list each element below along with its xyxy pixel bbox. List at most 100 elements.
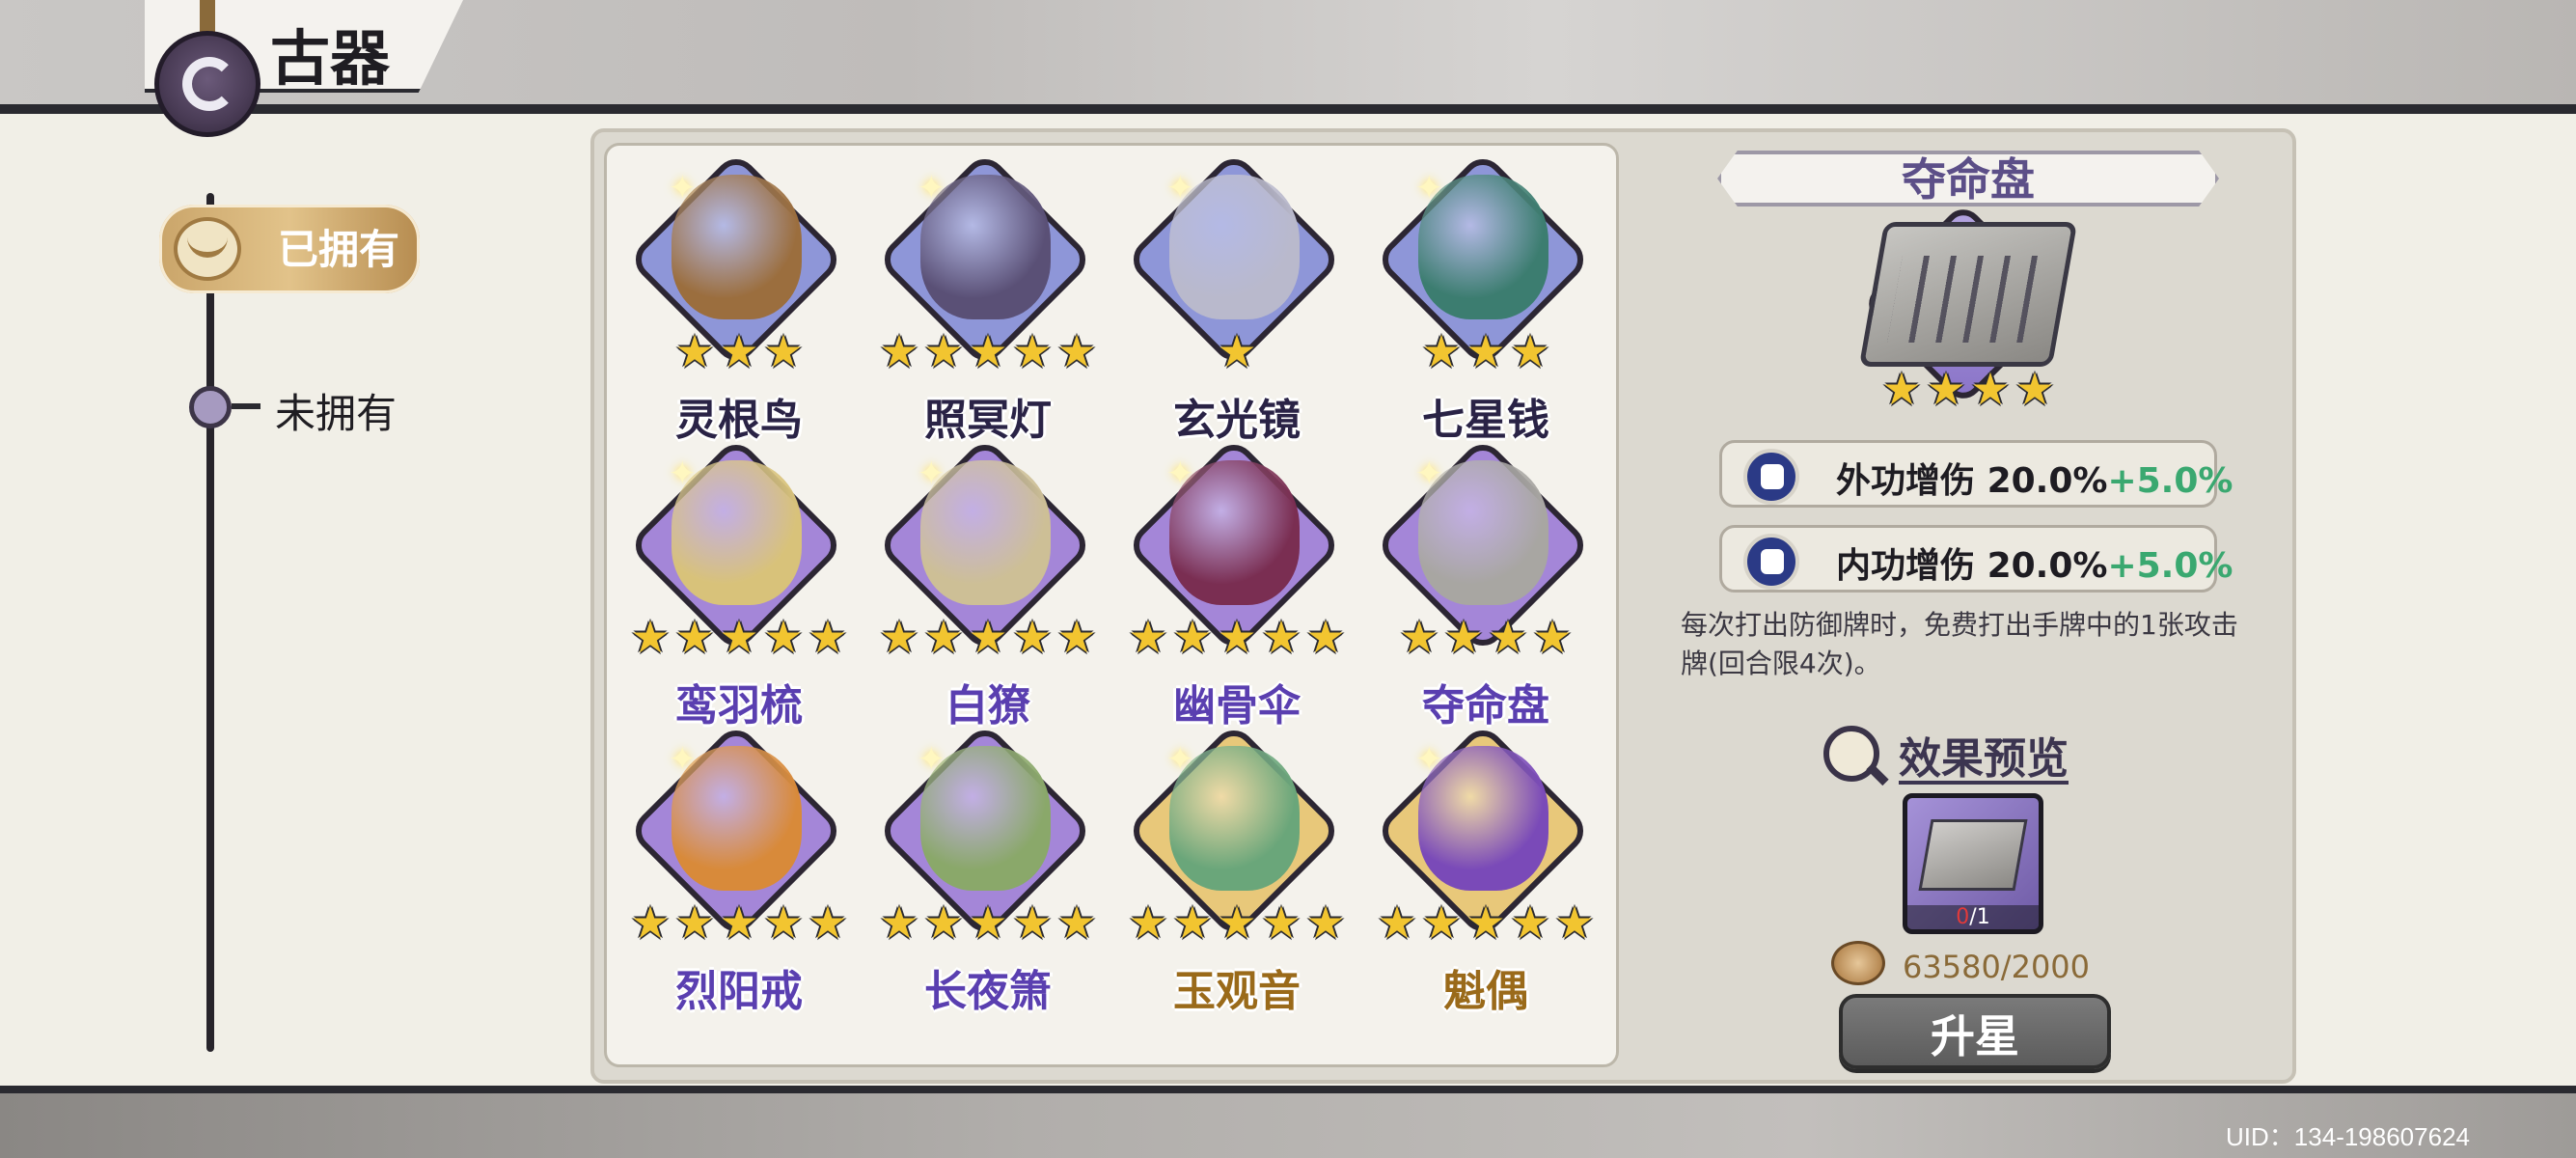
- relic-stars: ★ ★ ★ ★ ★: [618, 615, 860, 667]
- relic-item[interactable]: ✦ ★ ★ ★ 七星钱: [1365, 150, 1606, 445]
- star-icon: ★: [1554, 896, 1595, 949]
- relic-item[interactable]: ✦ ★ ★ ★ 灵根鸟: [618, 150, 860, 445]
- sparkle-icon: ✦: [1166, 740, 1194, 779]
- relic-item[interactable]: ✦ ★ 玄光镜: [1116, 150, 1357, 445]
- star-icon: ★: [1466, 896, 1506, 949]
- star-icon: ★: [808, 611, 848, 663]
- relic-stars: ★ ★ ★ ★: [1365, 615, 1606, 667]
- abacus-icon: [1858, 222, 2078, 367]
- sparkle-icon: ✦: [1166, 169, 1194, 207]
- relic-item[interactable]: ✦ ★ ★ ★ ★ 夺命盘: [1365, 435, 1606, 731]
- preview-count: 0/1: [1907, 905, 2039, 929]
- star-icon: ★: [763, 325, 804, 377]
- star-icon: ★: [1488, 611, 1528, 663]
- relic-name: 白獠: [945, 681, 1030, 731]
- star-icon: ★: [719, 325, 759, 377]
- stat-text: 内功增伤 20.0%+5.0%: [1836, 546, 2233, 586]
- relic-stars: ★ ★ ★: [1365, 329, 1606, 381]
- star-icon: ★: [923, 611, 964, 663]
- preview-card[interactable]: 0/1: [1903, 793, 2043, 934]
- sparkle-icon: ✦: [918, 740, 945, 779]
- star-icon: ★: [674, 896, 715, 949]
- star-icon: ★: [1217, 325, 1257, 377]
- relic-name: 玉观音: [1173, 967, 1301, 1016]
- magnifier-icon[interactable]: [1823, 726, 1879, 782]
- upgrade-star-label[interactable]: 升星: [1839, 1002, 2111, 1065]
- relic-name: 长夜箫: [924, 967, 1052, 1016]
- coin-icon: [1831, 941, 1885, 985]
- relic-item[interactable]: ✦ ★ ★ ★ ★ ★ 魁偶: [1365, 721, 1606, 1016]
- star-icon: ★: [719, 611, 759, 663]
- relic-item[interactable]: ✦ ★ ★ ★ ★ ★ 烈阳戒: [618, 721, 860, 1016]
- relic-name: 玄光镜: [1173, 396, 1301, 445]
- relic-item[interactable]: ✦ ★ ★ ★ ★ ★ 白獠: [867, 435, 1109, 731]
- star-icon: ★: [879, 325, 919, 377]
- relic-item[interactable]: ✦ ★ ★ ★ ★ ★ 长夜箫: [867, 721, 1109, 1016]
- star-icon: ★: [674, 611, 715, 663]
- star-icon: ★: [1261, 896, 1302, 949]
- detail-title: 夺命盘: [1902, 153, 2035, 206]
- relic-name: 鸾羽梳: [675, 681, 803, 731]
- star-icon: ★: [674, 325, 715, 377]
- effect-description: 每次打出防御牌时，免费打出手牌中的1张攻击牌(回合限4次)。: [1681, 609, 2238, 679]
- relic-item[interactable]: ✦ ★ ★ ★ ★ ★ 鸾羽梳: [618, 435, 860, 731]
- star-icon: ★: [630, 896, 671, 949]
- relic-name: 灵根鸟: [675, 396, 803, 445]
- relic-stars: ★ ★ ★ ★ ★: [867, 329, 1109, 381]
- star-icon: ★: [808, 896, 848, 949]
- palm-icon: [1743, 534, 1799, 590]
- star-icon: ★: [1443, 611, 1484, 663]
- filter-unowned-dot[interactable]: [189, 386, 232, 428]
- timeline-tick: [232, 403, 260, 409]
- star-icon: ★: [1012, 325, 1053, 377]
- star-icon: ★: [2014, 363, 2055, 415]
- relic-name: 幽骨伞: [1173, 681, 1301, 731]
- relic-emblem-icon[interactable]: [154, 31, 260, 137]
- star-icon: ★: [1172, 611, 1213, 663]
- star-icon: ★: [923, 325, 964, 377]
- star-icon: ★: [1012, 896, 1053, 949]
- stat-row-internal: 内功增伤 20.0%+5.0%: [1719, 525, 2233, 593]
- page-title: 古器: [270, 23, 391, 94]
- star-icon: ★: [968, 325, 1008, 377]
- relic-grid[interactable]: ✦ ★ ★ ★ 灵根鸟 ✦ ★ ★ ★ ★ ★ 照冥灯 ✦ ★ 玄光镜 ✦ ★ ★ ★ 七星钱 ✦ ★ ★ ★ ★ ★ 鸾羽梳 ✦ ★ ★…: [604, 143, 1619, 1067]
- star-icon: ★: [1128, 611, 1168, 663]
- star-icon: ★: [719, 896, 759, 949]
- star-icon: ★: [1261, 611, 1302, 663]
- relic-stars: ★ ★ ★ ★ ★: [1365, 900, 1606, 952]
- star-icon: ★: [1056, 896, 1097, 949]
- sparkle-icon: ✦: [669, 169, 697, 207]
- star-icon: ★: [763, 611, 804, 663]
- star-icon: ★: [1172, 896, 1213, 949]
- star-icon: ★: [1510, 896, 1550, 949]
- star-icon: ★: [1510, 325, 1550, 377]
- relic-item[interactable]: ✦ ★ ★ ★ ★ ★ 玉观音: [1116, 721, 1357, 1016]
- star-icon: ★: [1012, 611, 1053, 663]
- star-icon: ★: [1056, 611, 1097, 663]
- star-icon: ★: [1128, 896, 1168, 949]
- relic-name: 烈阳戒: [675, 967, 803, 1016]
- star-icon: ★: [630, 611, 671, 663]
- star-icon: ★: [1305, 611, 1346, 663]
- relic-stars: ★ ★ ★: [618, 329, 860, 381]
- relic-item[interactable]: ✦ ★ ★ ★ ★ ★ 幽骨伞: [1116, 435, 1357, 731]
- filter-unowned-label[interactable]: 未拥有: [275, 381, 397, 440]
- star-icon: ★: [1532, 611, 1573, 663]
- star-icon: ★: [1377, 896, 1417, 949]
- sparkle-icon: ✦: [669, 455, 697, 493]
- relic-stars: ★ ★ ★ ★ ★: [867, 615, 1109, 667]
- effect-preview-link[interactable]: 效果预览: [1899, 724, 2069, 786]
- bottom-bar: [0, 1086, 2576, 1158]
- sparkle-icon: ✦: [669, 740, 697, 779]
- coin-count: 63580/2000: [1903, 949, 2091, 985]
- star-icon: ★: [879, 611, 919, 663]
- relic-stars: ★ ★ ★ ★ ★: [618, 900, 860, 952]
- hat-icon: [174, 217, 241, 281]
- star-icon: ★: [1217, 896, 1257, 949]
- filter-owned-label[interactable]: 已拥有: [278, 217, 399, 276]
- user-id: UID：134-198607624: [2226, 1122, 2470, 1151]
- relic-name: 魁偶: [1443, 967, 1528, 1016]
- sparkle-icon: ✦: [1415, 455, 1443, 493]
- star-icon: ★: [1217, 611, 1257, 663]
- relic-item[interactable]: ✦ ★ ★ ★ ★ ★ 照冥灯: [867, 150, 1109, 445]
